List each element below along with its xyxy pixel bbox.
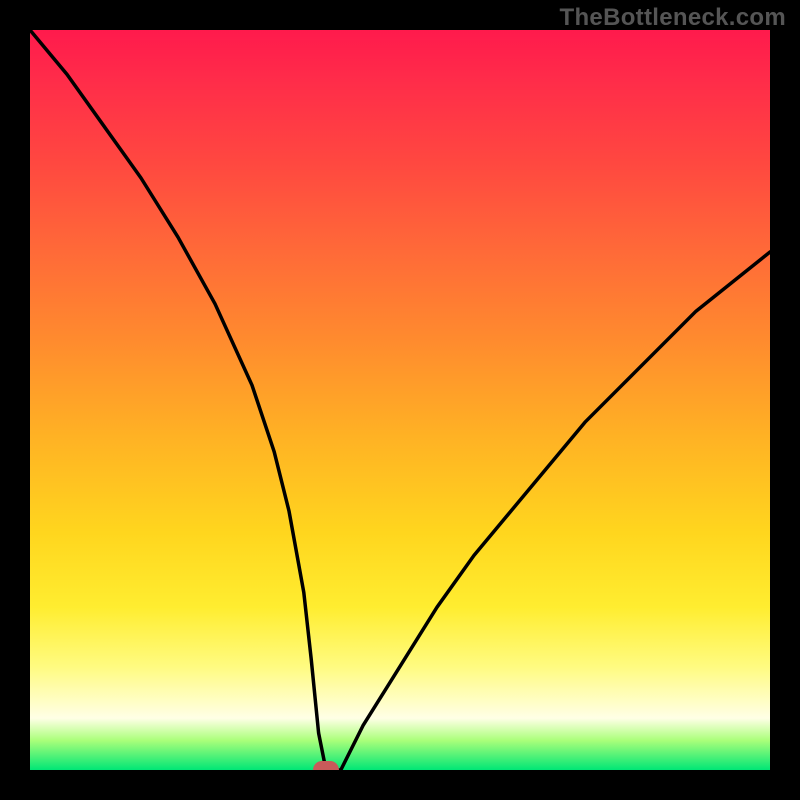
chart-frame: TheBottleneck.com	[0, 0, 800, 800]
plot-area	[30, 30, 770, 770]
bottleneck-curve	[30, 30, 770, 770]
curve-layer	[30, 30, 770, 770]
watermark-text: TheBottleneck.com	[560, 4, 786, 32]
selected-point-marker	[313, 761, 339, 770]
